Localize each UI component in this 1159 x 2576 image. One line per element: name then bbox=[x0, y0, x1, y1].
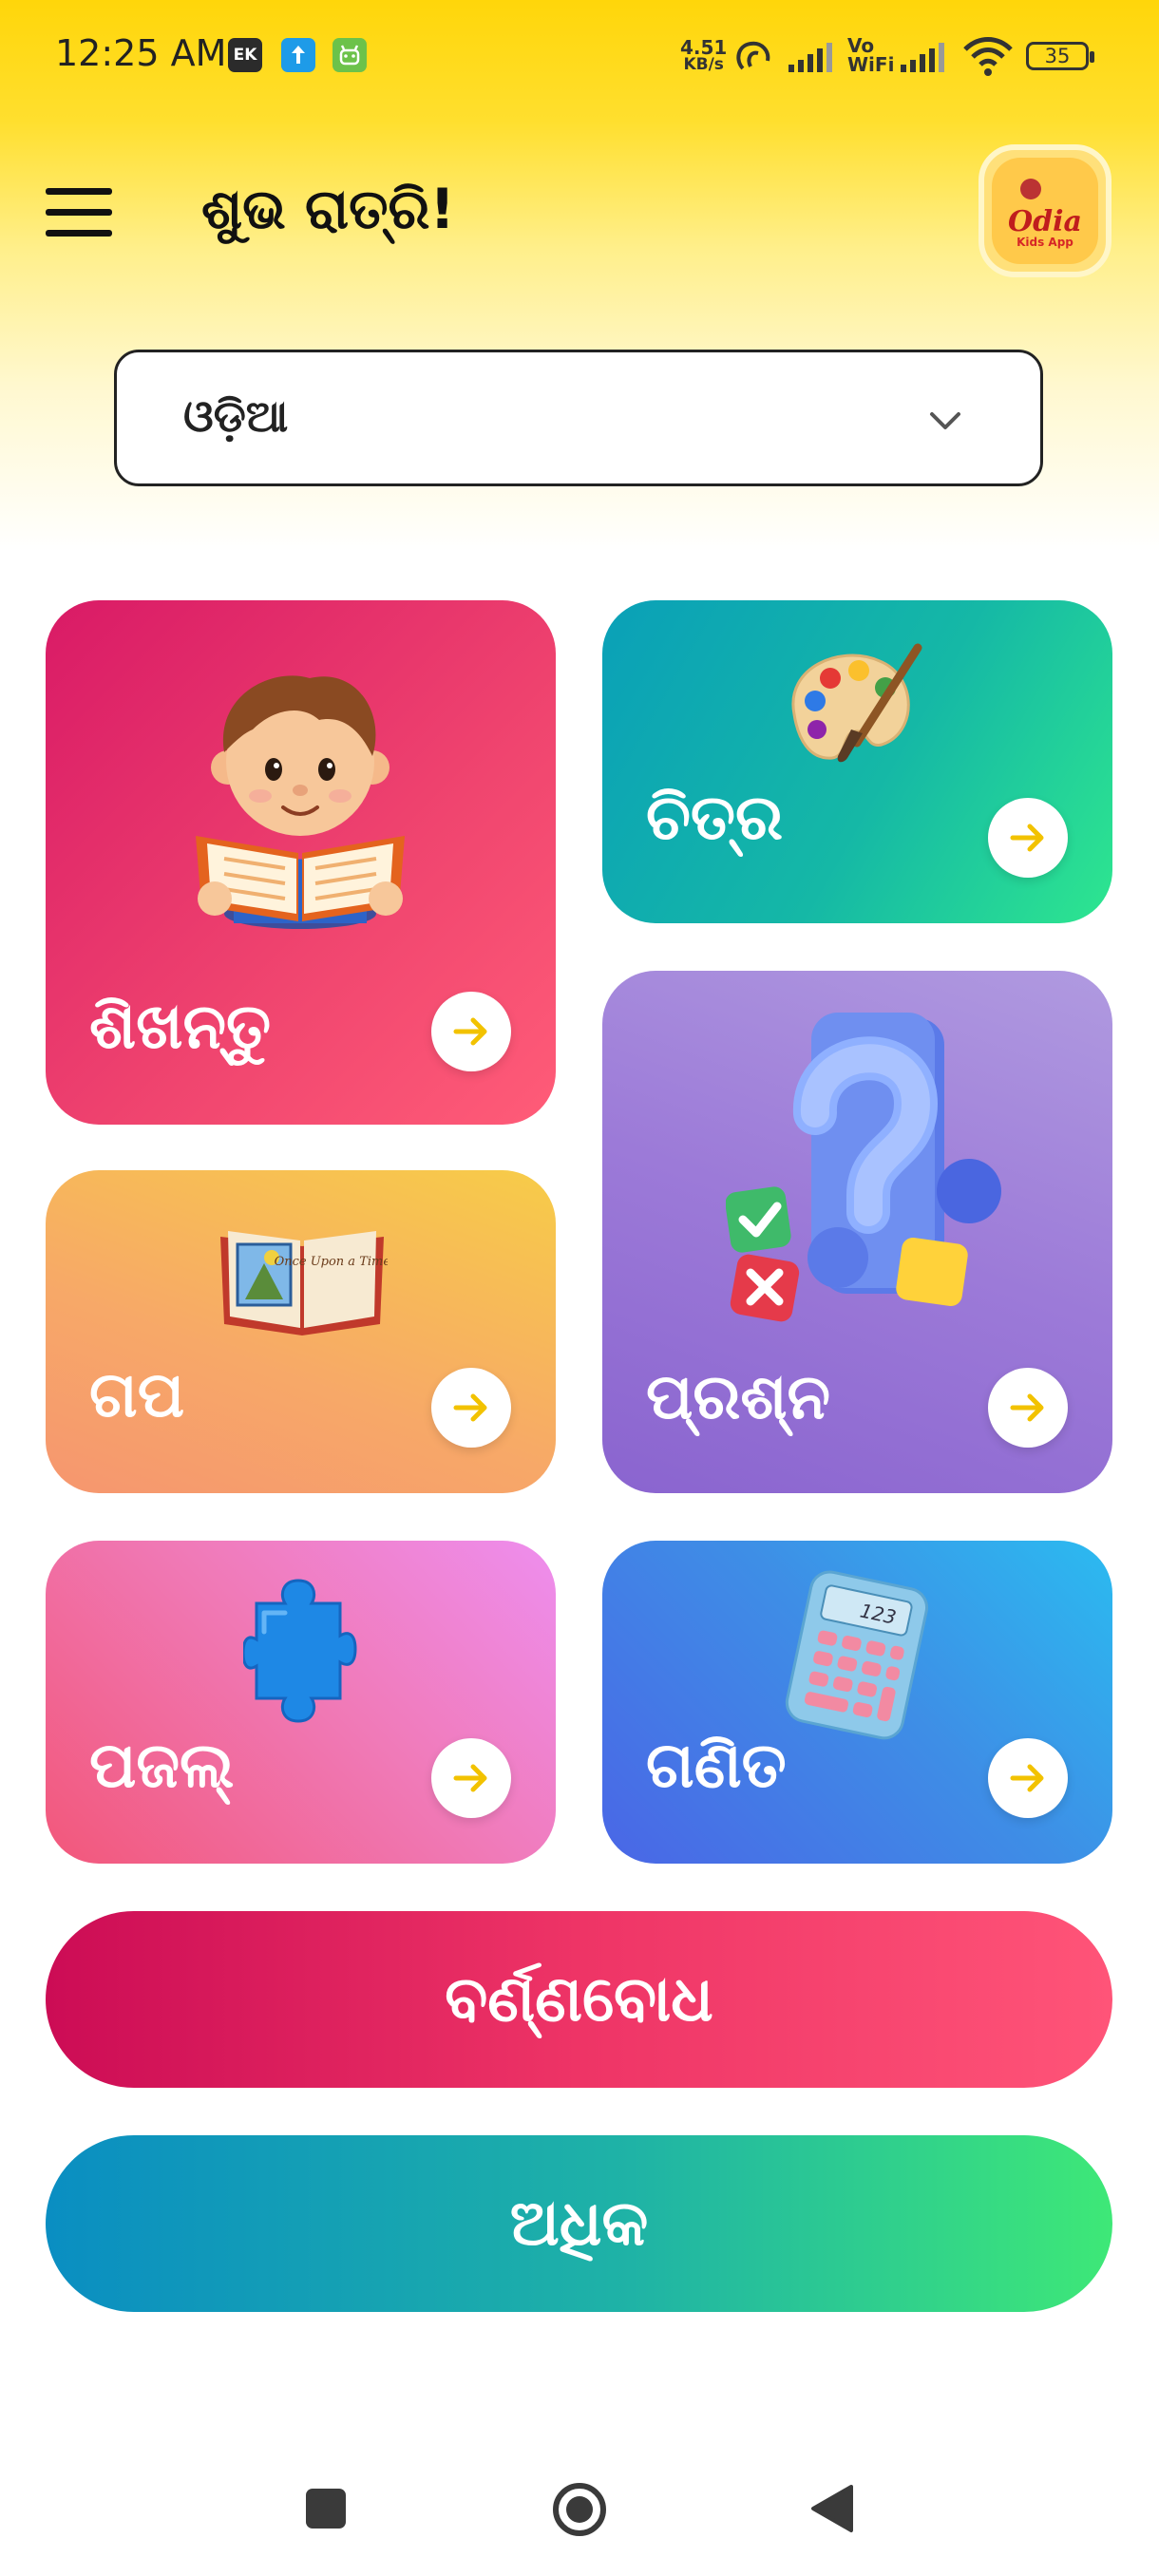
status-bar: 12:25 AM EK 4.51 KB/s Vo WiFi 35 bbox=[0, 0, 1159, 114]
barnabodha-button[interactable]: ବର୍ଣ୍ଣବୋଧ bbox=[46, 1911, 1112, 2088]
wifi-label: WiFi bbox=[847, 53, 895, 76]
ek-app-icon: EK bbox=[228, 38, 262, 72]
adhika-button-label: ଅଧିକ bbox=[509, 2187, 649, 2260]
adhika-button[interactable]: ଅଧିକ bbox=[46, 2135, 1112, 2312]
network-speed-value: 4.51 bbox=[680, 36, 728, 59]
arrow-right-icon bbox=[453, 1764, 487, 1792]
card-gapa[interactable]: Once Upon a Time... ଗପ bbox=[46, 1170, 556, 1493]
boy-reading-book-illustration bbox=[196, 675, 405, 929]
card-chitra[interactable]: ଚିତ୍ର bbox=[602, 600, 1112, 923]
card-pajal-label: ପଜଲ୍ bbox=[89, 1729, 235, 1802]
card-prashna[interactable]: ପ୍ରଶ୍ନ bbox=[602, 971, 1112, 1493]
signal-icon bbox=[788, 43, 832, 72]
arrow-right-icon bbox=[1010, 824, 1044, 852]
arrow-right-icon bbox=[453, 1017, 487, 1046]
logo-text: Odia bbox=[1008, 205, 1082, 238]
card-prashna-arrow-button[interactable] bbox=[988, 1368, 1068, 1448]
app-logo[interactable]: Odia Kids App bbox=[978, 144, 1112, 277]
network-speed: 4.51 KB/s bbox=[680, 38, 727, 73]
calculator-icon: 123 bbox=[785, 1570, 929, 1740]
network-speed-unit: KB/s bbox=[683, 55, 724, 74]
card-ganita[interactable]: 123 ଗଣିତ bbox=[602, 1541, 1112, 1864]
signal-icon-2 bbox=[901, 43, 944, 72]
paint-palette-illustration bbox=[791, 643, 922, 763]
logo-badge: Odia Kids App bbox=[992, 158, 1098, 264]
card-chitra-arrow-button[interactable] bbox=[988, 798, 1068, 878]
card-chitra-label: ଚିତ୍ର bbox=[646, 781, 784, 854]
logo-subtext: Kids App bbox=[1016, 236, 1074, 249]
card-shikhantu[interactable]: ଶିଖନ୍ତୁ bbox=[46, 600, 556, 1125]
greeting-title: ଶୁଭ ରାତ୍ରି! bbox=[201, 177, 455, 241]
chevron-down-icon bbox=[930, 412, 960, 429]
card-pajal[interactable]: ପଜଲ୍ bbox=[46, 1541, 556, 1864]
card-pajal-arrow-button[interactable] bbox=[431, 1738, 511, 1818]
hotspot-icon bbox=[736, 41, 770, 70]
arrow-right-icon bbox=[1010, 1764, 1044, 1792]
battery-icon: 35 bbox=[1026, 42, 1094, 70]
story-book-caption: Once Upon a Time... bbox=[275, 1255, 388, 1269]
ek-app-icon-label: EK bbox=[233, 46, 257, 65]
puzzle-piece-icon bbox=[243, 1579, 357, 1723]
recents-square-icon[interactable] bbox=[306, 2489, 346, 2529]
wifi-icon bbox=[963, 37, 1013, 76]
language-selected-value: ଓଡ଼ିଆ bbox=[183, 390, 289, 442]
card-ganita-arrow-button[interactable] bbox=[988, 1738, 1068, 1818]
home-circle-icon[interactable] bbox=[551, 2481, 608, 2538]
status-time: 12:25 AM bbox=[55, 32, 227, 74]
upload-icon bbox=[281, 38, 315, 72]
card-gapa-label: ଗପ bbox=[89, 1358, 185, 1431]
language-dropdown[interactable]: ଓଡ଼ିଆ bbox=[114, 350, 1043, 486]
hamburger-menu-icon[interactable] bbox=[46, 188, 114, 239]
back-triangle-icon[interactable] bbox=[809, 2483, 853, 2534]
vo-label: Vo bbox=[847, 34, 875, 57]
story-book-illustration: Once Upon a Time... bbox=[220, 1231, 388, 1335]
barnabodha-button-label: ବର୍ଣ୍ଣବୋଧ bbox=[445, 1962, 713, 2036]
arrow-right-icon bbox=[1010, 1393, 1044, 1422]
card-prashna-label: ପ୍ରଶ୍ନ bbox=[646, 1360, 830, 1433]
card-ganita-label: ଗଣିତ bbox=[646, 1729, 787, 1802]
android-icon bbox=[332, 38, 367, 72]
card-shikhantu-arrow-button[interactable] bbox=[431, 992, 511, 1071]
arrow-right-icon bbox=[453, 1393, 487, 1422]
logo-character-icon bbox=[1020, 179, 1041, 199]
vowifi-icon: Vo WiFi bbox=[847, 36, 894, 74]
card-shikhantu-label: ଶିଖନ୍ତୁ bbox=[89, 990, 272, 1063]
question-mark-quiz-illustration bbox=[726, 1013, 1001, 1322]
card-gapa-arrow-button[interactable] bbox=[431, 1368, 511, 1448]
